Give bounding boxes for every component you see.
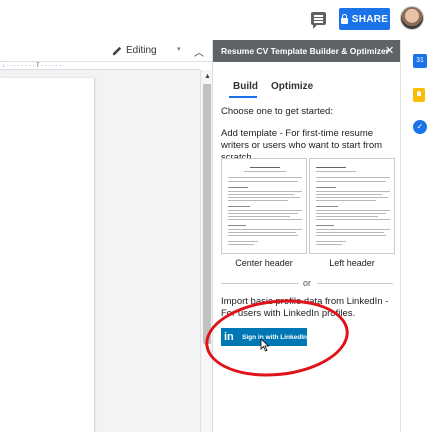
tasks-icon[interactable]: ✓ xyxy=(413,120,427,134)
side-panel-rail: 31 ✓ xyxy=(400,40,432,432)
scroll-up-arrow-icon[interactable]: ▲ xyxy=(204,73,211,80)
template-left-header-thumbnail[interactable] xyxy=(309,158,395,254)
document-canvas[interactable] xyxy=(0,70,200,432)
top-bar: SHARE xyxy=(0,0,432,40)
template-center-header-thumbnail[interactable] xyxy=(221,158,307,254)
divider-line-right xyxy=(317,283,393,284)
scrollbar-thumb[interactable] xyxy=(203,84,211,344)
app-window: SHARE Editing ▾ ︿ ↓ · · · · · · · · 7 · … xyxy=(0,0,432,432)
editing-mode-label[interactable]: Editing xyxy=(126,45,157,56)
share-button[interactable]: SHARE xyxy=(339,8,390,30)
choose-instruction: Choose one to get started: xyxy=(221,106,333,117)
sidebar-tabs: Build Optimize xyxy=(213,78,401,100)
toolbar: Editing ▾ ︿ xyxy=(0,40,212,62)
divider-line-left xyxy=(221,283,299,284)
scrollbar[interactable]: ▲ xyxy=(200,70,212,432)
template-caption-left[interactable]: Left header xyxy=(309,258,395,268)
template-caption-center[interactable]: Center header xyxy=(221,258,307,268)
lock-icon xyxy=(340,13,348,24)
or-label: or xyxy=(303,278,312,288)
ruler[interactable]: ↓ · · · · · · · · 7 · · · · · · · xyxy=(0,62,200,70)
pencil-icon xyxy=(112,46,122,56)
share-label: SHARE xyxy=(351,13,389,25)
avatar[interactable] xyxy=(400,6,424,30)
chevron-down-icon[interactable]: ▾ xyxy=(177,45,181,53)
sidebar-header: Resume CV Template Builder & Optimizer ✕ xyxy=(213,40,401,62)
close-icon[interactable]: ✕ xyxy=(385,44,394,57)
or-divider: or xyxy=(221,278,393,288)
cursor-icon xyxy=(260,338,270,352)
document-page[interactable] xyxy=(0,78,94,432)
chevron-up-icon[interactable]: ︿ xyxy=(194,44,204,59)
sidebar-title: Resume CV Template Builder & Optimizer xyxy=(221,46,389,56)
tab-build[interactable]: Build xyxy=(233,81,258,92)
tab-optimize[interactable]: Optimize xyxy=(271,81,313,92)
calendar-icon[interactable]: 31 xyxy=(413,54,427,68)
comment-icon[interactable] xyxy=(311,12,326,29)
active-tab-indicator xyxy=(229,96,257,98)
keep-icon[interactable] xyxy=(413,88,425,102)
ruler-mark: 7 xyxy=(36,63,40,69)
